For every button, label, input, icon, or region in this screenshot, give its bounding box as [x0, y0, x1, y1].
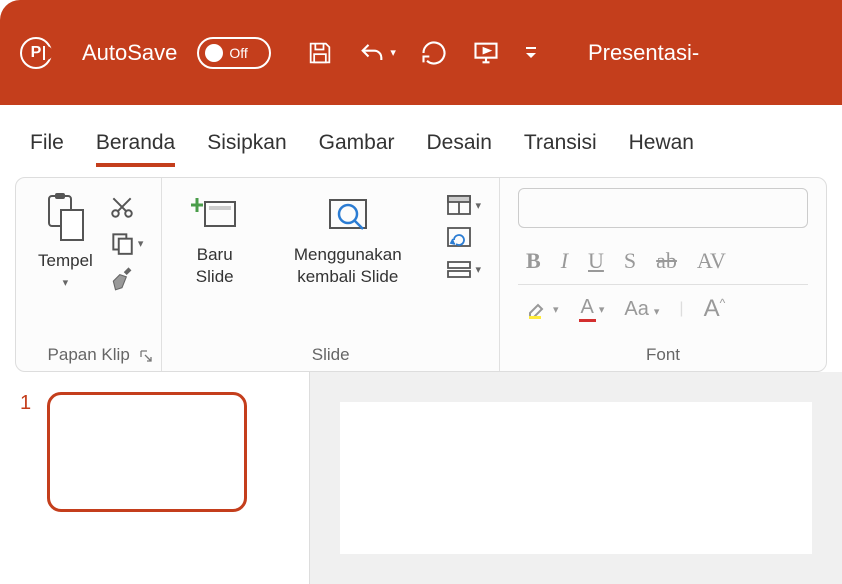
- slide-thumbnail-1[interactable]: [47, 392, 247, 512]
- tab-draw[interactable]: Gambar: [319, 131, 395, 167]
- font-name-selector[interactable]: [518, 188, 808, 228]
- clipboard-group: Tempel ▾ ▾: [16, 178, 162, 371]
- chevron-down-icon: ▾: [553, 303, 559, 316]
- toggle-knob: [205, 44, 223, 62]
- char-spacing-button[interactable]: AV: [697, 248, 726, 274]
- new-slide-button[interactable]: Baru Slide: [180, 188, 249, 339]
- chevron-down-icon: ▾: [475, 199, 481, 212]
- autosave-label: AutoSave: [82, 40, 177, 66]
- bold-button[interactable]: B: [526, 248, 541, 274]
- section-button[interactable]: ▾: [446, 258, 481, 280]
- save-button[interactable]: [306, 39, 334, 67]
- highlight-button[interactable]: ▾: [526, 297, 559, 321]
- format-painter-button[interactable]: [109, 266, 144, 292]
- thumbnail-panel: 1: [0, 372, 310, 584]
- font-group: B I U S ab AV ▾ A ▾ Aa ▾ | A^: [500, 178, 826, 371]
- chevron-down-icon: ▾: [654, 306, 660, 318]
- customize-qat-button[interactable]: [524, 44, 538, 62]
- slide-canvas: [310, 372, 842, 584]
- strikethrough-button[interactable]: ab: [656, 248, 677, 274]
- layout-button[interactable]: ▾: [446, 194, 481, 216]
- paste-label: Tempel: [38, 250, 93, 272]
- copy-button[interactable]: ▾: [109, 230, 144, 256]
- tab-animations[interactable]: Hewan: [629, 131, 694, 167]
- redo-button[interactable]: [420, 39, 448, 67]
- font-color-button[interactable]: A ▾: [579, 296, 605, 322]
- paste-button[interactable]: Tempel ▾: [34, 188, 97, 339]
- new-slide-label: Baru Slide: [184, 244, 245, 288]
- tab-file[interactable]: File: [30, 131, 64, 167]
- underline-button[interactable]: U: [588, 248, 604, 274]
- shadow-button[interactable]: S: [624, 248, 636, 274]
- tab-design[interactable]: Desain: [427, 131, 492, 167]
- content-area: 1: [0, 372, 842, 584]
- document-name[interactable]: Presentasi-: [588, 40, 699, 66]
- title-bar: P AutoSave Off ▾: [0, 0, 842, 105]
- change-case-button[interactable]: Aa ▾: [624, 298, 659, 321]
- undo-button[interactable]: ▾: [358, 39, 396, 67]
- quick-access-toolbar: ▾: [306, 39, 538, 67]
- tab-insert[interactable]: Sisipkan: [207, 131, 286, 167]
- tab-transitions[interactable]: Transisi: [524, 131, 597, 167]
- slides-group-label: Slide: [180, 339, 481, 365]
- reset-button[interactable]: [446, 226, 481, 248]
- slides-group: Baru Slide Menggunakan kembali Slide ▾: [162, 178, 500, 371]
- ribbon: Tempel ▾ ▾: [15, 177, 827, 372]
- autosave-state: Off: [229, 45, 247, 61]
- increase-font-button[interactable]: A^: [704, 295, 726, 323]
- font-group-label: Font: [518, 339, 808, 365]
- reuse-slides-button[interactable]: Menggunakan kembali Slide: [261, 188, 434, 339]
- ribbon-tabs: File Beranda Sisipkan Gambar Desain Tran…: [0, 113, 842, 167]
- slide-number: 1: [20, 392, 31, 564]
- autosave-toggle[interactable]: Off: [197, 37, 271, 69]
- tab-home[interactable]: Beranda: [96, 131, 175, 167]
- chevron-down-icon: ▾: [599, 303, 605, 316]
- powerpoint-icon: P: [20, 37, 52, 69]
- slideshow-button[interactable]: [472, 39, 500, 67]
- italic-button[interactable]: I: [561, 248, 568, 274]
- chevron-down-icon: ▾: [475, 263, 481, 276]
- reuse-slides-label: Menggunakan kembali Slide: [265, 244, 430, 288]
- clipboard-group-label: Papan Klip: [34, 339, 143, 365]
- chevron-down-icon: ▾: [63, 276, 69, 289]
- clipboard-dialog-launcher[interactable]: [139, 349, 153, 363]
- chevron-down-icon: ▾: [138, 237, 144, 250]
- cut-button[interactable]: [109, 194, 144, 220]
- chevron-down-icon: ▾: [390, 46, 396, 59]
- slide-editor[interactable]: [340, 402, 812, 554]
